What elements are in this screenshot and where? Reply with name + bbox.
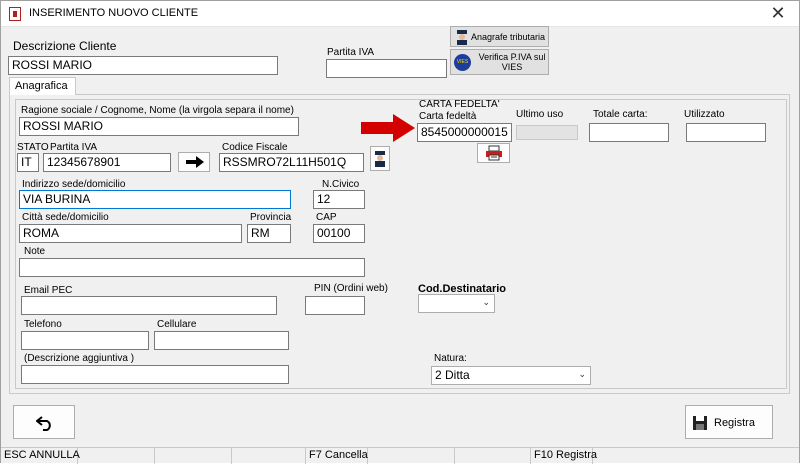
status-esc[interactable]: ESC ANNULLA	[1, 448, 80, 464]
ragione-label: Ragione sociale / Cognome, Nome (la virg…	[21, 105, 294, 116]
window-title: INSERIMENTO NUOVO CLIENTE	[29, 7, 199, 19]
indirizzo-label: Indirizzo sede/domicilio	[22, 179, 126, 190]
carta-label: Carta fedeltà	[419, 111, 477, 122]
descrizione-input[interactable]: ROSSI MARIO	[8, 56, 278, 75]
registra-button[interactable]: Registra	[685, 405, 773, 439]
back-button[interactable]	[13, 405, 75, 439]
indirizzo-input[interactable]: VIA BURINA	[19, 190, 291, 209]
printer-icon	[486, 145, 502, 161]
carta-input[interactable]: 8545000000015	[417, 123, 512, 142]
piva-label: Partita IVA	[50, 142, 98, 153]
status-cell-empty-1	[78, 448, 155, 464]
app-icon	[9, 7, 21, 21]
ultimo-label: Ultimo uso	[516, 109, 564, 120]
ultimo-input	[516, 125, 578, 140]
descagg-input[interactable]	[21, 365, 289, 384]
title-bar: INSERIMENTO NUOVO CLIENTE ✕	[1, 1, 799, 27]
tab-anagrafica[interactable]: Anagrafica	[9, 77, 76, 95]
save-floppy-icon	[693, 416, 707, 430]
provincia-label: Provincia	[250, 212, 292, 223]
ncivico-input[interactable]: 12	[313, 190, 365, 209]
chevron-down-icon: ⌄	[578, 370, 586, 380]
header-piva-input[interactable]	[326, 59, 447, 78]
ragione-input[interactable]: ROSSI MARIO	[19, 117, 299, 136]
totale-input[interactable]	[589, 123, 669, 142]
descrizione-label: Descrizione Cliente	[13, 39, 117, 53]
stato-input[interactable]: IT	[17, 153, 39, 172]
natura-select[interactable]: 2 Ditta ⌄	[431, 366, 591, 385]
cellulare-input[interactable]	[154, 331, 289, 350]
status-cell-empty-4	[368, 448, 455, 464]
arrow-right-icon	[186, 156, 204, 168]
cf-label: Codice Fiscale	[222, 142, 288, 153]
police-officer-icon	[375, 151, 385, 167]
pin-input[interactable]	[305, 296, 365, 315]
cf-input[interactable]: RSSMRO72L11H501Q	[219, 153, 364, 172]
stato-label: STATO	[17, 142, 49, 153]
cellulare-label: Cellulare	[157, 319, 197, 330]
telefono-input[interactable]	[21, 331, 149, 350]
piva-input[interactable]: 12345678901	[43, 153, 171, 172]
coddest-select[interactable]: ⌄	[418, 294, 495, 313]
natura-value: 2 Ditta	[435, 368, 470, 382]
close-icon[interactable]: ✕	[765, 3, 791, 25]
descagg-label: (Descrizione aggiuntiva )	[24, 353, 135, 364]
header-piva-label: Partita IVA	[327, 47, 375, 58]
provincia-input[interactable]: RM	[247, 224, 291, 243]
note-input[interactable]	[19, 258, 365, 277]
verifica-vies-label: Verifica P.IVA sul VIES	[478, 52, 546, 72]
print-card-button[interactable]	[477, 143, 510, 163]
email-input[interactable]	[21, 296, 277, 315]
status-f7[interactable]: F7 Cancella	[306, 448, 368, 464]
anagrafe-tributaria-button[interactable]: Anagrafe tributaria	[450, 26, 549, 47]
natura-label: Natura:	[434, 353, 467, 364]
police-officer-icon	[457, 30, 467, 45]
totale-label: Totale carta:	[593, 109, 648, 120]
citta-label: Città sede/domicilio	[22, 212, 109, 223]
note-label: Note	[24, 246, 46, 257]
ncivico-label: N.Civico	[322, 179, 360, 190]
fedelta-section-label: CARTA FEDELTA'	[419, 99, 500, 110]
utilizzato-label: Utilizzato	[684, 109, 725, 120]
verify-piva-button[interactable]	[178, 152, 210, 172]
pin-label: PIN (Ordini web)	[314, 283, 388, 294]
anagrafe-tributaria-label: Anagrafe tributaria	[471, 32, 546, 42]
status-cell-empty-5	[455, 448, 531, 464]
status-cell-empty-6	[593, 448, 799, 464]
registra-label: Registra	[714, 417, 755, 429]
utilizzato-input[interactable]	[686, 123, 766, 142]
cap-label: CAP	[316, 212, 337, 223]
red-arrow-indicator	[361, 114, 415, 142]
chevron-down-icon: ⌄	[482, 298, 490, 308]
status-cell-empty-2	[155, 448, 232, 464]
window: INSERIMENTO NUOVO CLIENTE ✕ Descrizione …	[0, 0, 800, 464]
status-bar: ESC ANNULLA F7 Cancella F10 Registra	[1, 447, 799, 464]
telefono-label: Telefono	[24, 319, 62, 330]
vies-icon: VIES	[454, 54, 471, 71]
verifica-vies-button[interactable]: VIES Verifica P.IVA sul VIES	[450, 49, 549, 75]
email-label: Email PEC	[24, 285, 73, 296]
citta-input[interactable]: ROMA	[19, 224, 242, 243]
undo-arrow-icon	[36, 416, 51, 431]
cap-input[interactable]: 00100	[313, 224, 365, 243]
cf-lookup-button[interactable]	[370, 146, 390, 171]
status-cell-empty-3	[232, 448, 306, 464]
status-f10[interactable]: F10 Registra	[531, 448, 597, 464]
